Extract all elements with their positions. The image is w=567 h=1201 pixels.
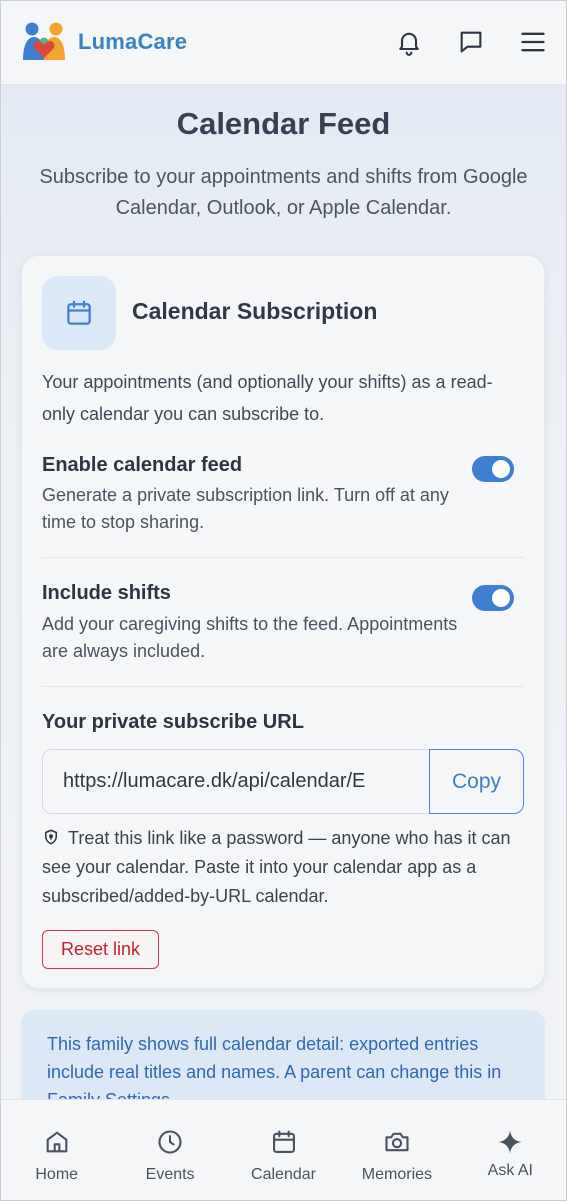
camera-icon: [385, 1132, 409, 1152]
nav-item-home[interactable]: Home: [0, 1100, 113, 1201]
calendar-icon: [67, 300, 91, 325]
toggle-knob: [492, 460, 510, 478]
security-warning: Treat this link like a password — anyone…: [42, 824, 528, 911]
home-icon: [46, 1131, 68, 1153]
nav-label-calendar: Calendar: [251, 1166, 316, 1183]
calendar-subscription-card: Calendar Subscription Your appointments …: [21, 255, 545, 989]
warning-text: Treat this link like a password — anyone…: [42, 828, 511, 906]
nav-item-events[interactable]: Events: [113, 1100, 226, 1201]
app-logo[interactable]: LumaCare: [20, 20, 187, 64]
enable-feed-toggle[interactable]: [472, 456, 514, 482]
nav-label-home: Home: [35, 1166, 79, 1183]
nav-item-calendar[interactable]: Calendar: [227, 1100, 340, 1201]
card-icon-box: [42, 276, 116, 350]
divider: [42, 557, 524, 558]
setting-title-include-shifts: Include shifts: [42, 582, 171, 604]
menu-icon[interactable]: [519, 28, 547, 56]
top-bar: LumaCare: [0, 0, 567, 85]
setting-description-include-shifts: Add your caregiving shifts to the feed. …: [42, 614, 458, 661]
bell-icon[interactable]: [395, 28, 423, 56]
nav-item-ask-ai[interactable]: Ask AI: [454, 1100, 567, 1201]
url-label: Your private subscribe URL: [42, 711, 304, 733]
chat-icon[interactable]: [457, 28, 485, 56]
subscribe-url-field[interactable]: [42, 749, 429, 814]
setting-title-enable-feed: Enable calendar feed: [42, 454, 243, 476]
setting-description-enable-feed: Generate a private subscription link. Tu…: [42, 485, 449, 532]
shield-icon: [45, 829, 57, 845]
copy-button[interactable]: Copy: [429, 749, 524, 814]
clock-icon: [158, 1130, 182, 1154]
divider: [42, 686, 524, 687]
nav-label-memories: Memories: [361, 1166, 433, 1183]
card-description: Your appointments (and optionally your s…: [42, 372, 493, 424]
logo-icon: [23, 22, 65, 60]
nav-item-memories[interactable]: Memories: [340, 1100, 453, 1201]
url-row: Copy: [42, 749, 524, 814]
card-title: Calendar Subscription: [132, 298, 378, 324]
brand-name: LumaCare: [78, 29, 188, 54]
page-title: Calendar Feed: [176, 106, 391, 141]
toggle-knob: [492, 589, 510, 607]
nav-label-ask-ai: Ask AI: [487, 1162, 533, 1179]
nav-label-events: Events: [145, 1166, 195, 1183]
page-subtitle: Subscribe to your appointments and shift…: [39, 166, 528, 219]
reset-link-button[interactable]: Reset link: [42, 930, 159, 969]
include-shifts-toggle[interactable]: [472, 585, 514, 611]
sparkle-icon: [498, 1130, 522, 1154]
calendar-icon: [272, 1130, 295, 1153]
bottom-nav: Home Events Calendar Memories Ask AI: [0, 1099, 567, 1201]
